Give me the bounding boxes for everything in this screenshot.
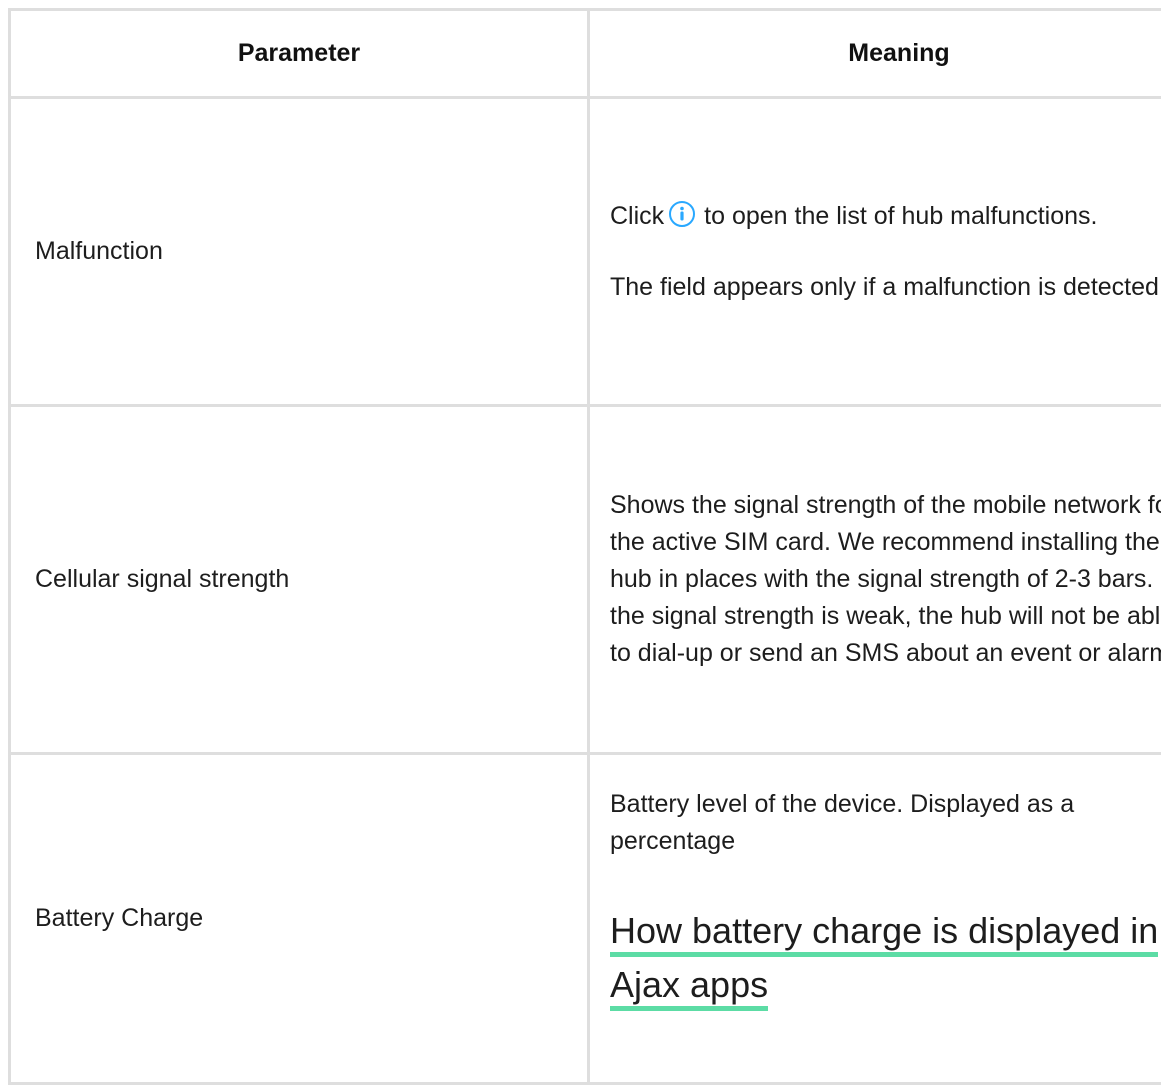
table-row: Cellular signal strength Shows the signa… <box>10 406 1161 754</box>
meaning-paragraph: Battery level of the device. Displayed a… <box>610 786 1161 860</box>
meaning-paragraph: The field appears only if a malfunction … <box>610 269 1161 306</box>
battery-charge-link-text[interactable]: How battery charge is displayed in Ajax … <box>610 910 1158 1011</box>
param-cell: Malfunction <box>10 98 589 406</box>
info-icon[interactable] <box>668 200 696 228</box>
header-meaning: Meaning <box>589 10 1161 98</box>
param-cell: Cellular signal strength <box>10 406 589 754</box>
meaning-text-after-icon: to open the list of hub malfunctions. <box>704 202 1097 230</box>
table-row: Malfunction Click to open the list of hub… <box>10 98 1161 406</box>
header-parameter: Parameter <box>10 10 589 98</box>
table-header-row: Parameter Meaning <box>10 10 1161 98</box>
meaning-cell: Click to open the list of hub malfunction… <box>589 98 1161 406</box>
meaning-text-before-icon: Click <box>610 202 664 230</box>
param-cell: Battery Charge <box>10 754 589 1084</box>
meaning-paragraph: Click to open the list of hub malfunction… <box>610 198 1161 235</box>
meaning-cell: Battery level of the device. Displayed a… <box>589 754 1161 1084</box>
meaning-cell: Shows the signal strength of the mobile … <box>589 406 1161 754</box>
battery-charge-link[interactable]: How battery charge is displayed in Ajax … <box>610 904 1161 1012</box>
parameters-table: Parameter Meaning Malfunction Click to op… <box>8 8 1161 1085</box>
table-row: Battery Charge Battery level of the devi… <box>10 754 1161 1084</box>
